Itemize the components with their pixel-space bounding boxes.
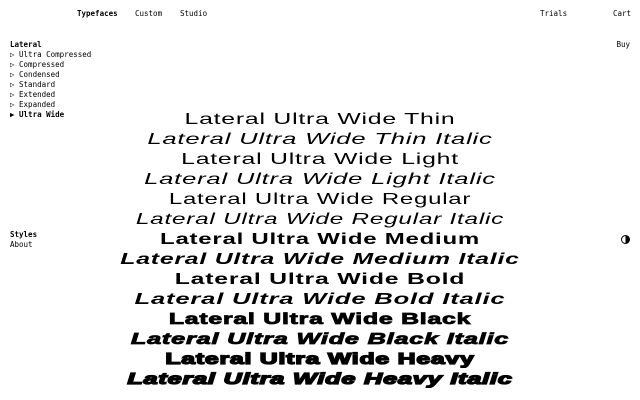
nav-trials-link[interactable]: Trials xyxy=(540,9,567,19)
specimen-heavy: Lateral Ultra Wide Heavy xyxy=(164,350,475,368)
specimen-light: Lateral Ultra Wide Light xyxy=(181,151,459,168)
nav-typefaces-link[interactable]: Typefaces xyxy=(77,9,118,19)
specimen-black-italic: Lateral Ultra Wide Black Italic xyxy=(130,331,510,349)
width-item-expanded[interactable]: ▷ Expanded xyxy=(10,100,91,110)
width-item-standard[interactable]: ▷ Standard xyxy=(10,80,91,90)
top-navigation: Typefaces Custom Studio Trials Cart xyxy=(0,9,640,21)
type-specimen: Lateral Ultra Wide Thin Lateral Ultra Wi… xyxy=(0,110,640,390)
specimen-bold: Lateral Ultra Wide Bold xyxy=(174,271,466,288)
specimen-medium-italic: Lateral Ultra Wide Medium Italic xyxy=(120,251,520,268)
specimen-regular: Lateral Ultra Wide Regular xyxy=(168,191,472,208)
specimen-heavy-italic: Lateral Ultra Wide Heavy Italic xyxy=(126,370,513,388)
width-item-ultra-compressed[interactable]: ▷ Ultra Compressed xyxy=(10,50,91,60)
width-item-compressed[interactable]: ▷ Compressed xyxy=(10,60,91,70)
specimen-light-italic: Lateral Ultra Wide Light Italic xyxy=(144,171,496,188)
specimen-thin: Lateral Ultra Wide Thin xyxy=(184,111,456,128)
specimen-bold-italic: Lateral Ultra Wide Bold Italic xyxy=(134,291,506,308)
specimen-black: Lateral Ultra Wide Black xyxy=(168,311,472,329)
family-width-menu: Lateral ▷ Ultra Compressed ▷ Compressed … xyxy=(10,40,91,120)
specimen-thin-italic: Lateral Ultra Wide Thin Italic xyxy=(147,131,493,148)
family-title: Lateral xyxy=(10,40,42,49)
nav-custom-link[interactable]: Custom xyxy=(135,9,162,19)
width-item-condensed[interactable]: ▷ Condensed xyxy=(10,70,91,80)
nav-studio-link[interactable]: Studio xyxy=(180,9,207,19)
width-item-extended[interactable]: ▷ Extended xyxy=(10,90,91,100)
nav-cart-link[interactable]: Cart xyxy=(613,9,631,19)
buy-link[interactable]: Buy xyxy=(616,40,630,50)
specimen-medium: Lateral Ultra Wide Medium xyxy=(160,231,480,248)
specimen-regular-italic: Lateral Ultra Wide Regular Italic xyxy=(135,211,505,228)
